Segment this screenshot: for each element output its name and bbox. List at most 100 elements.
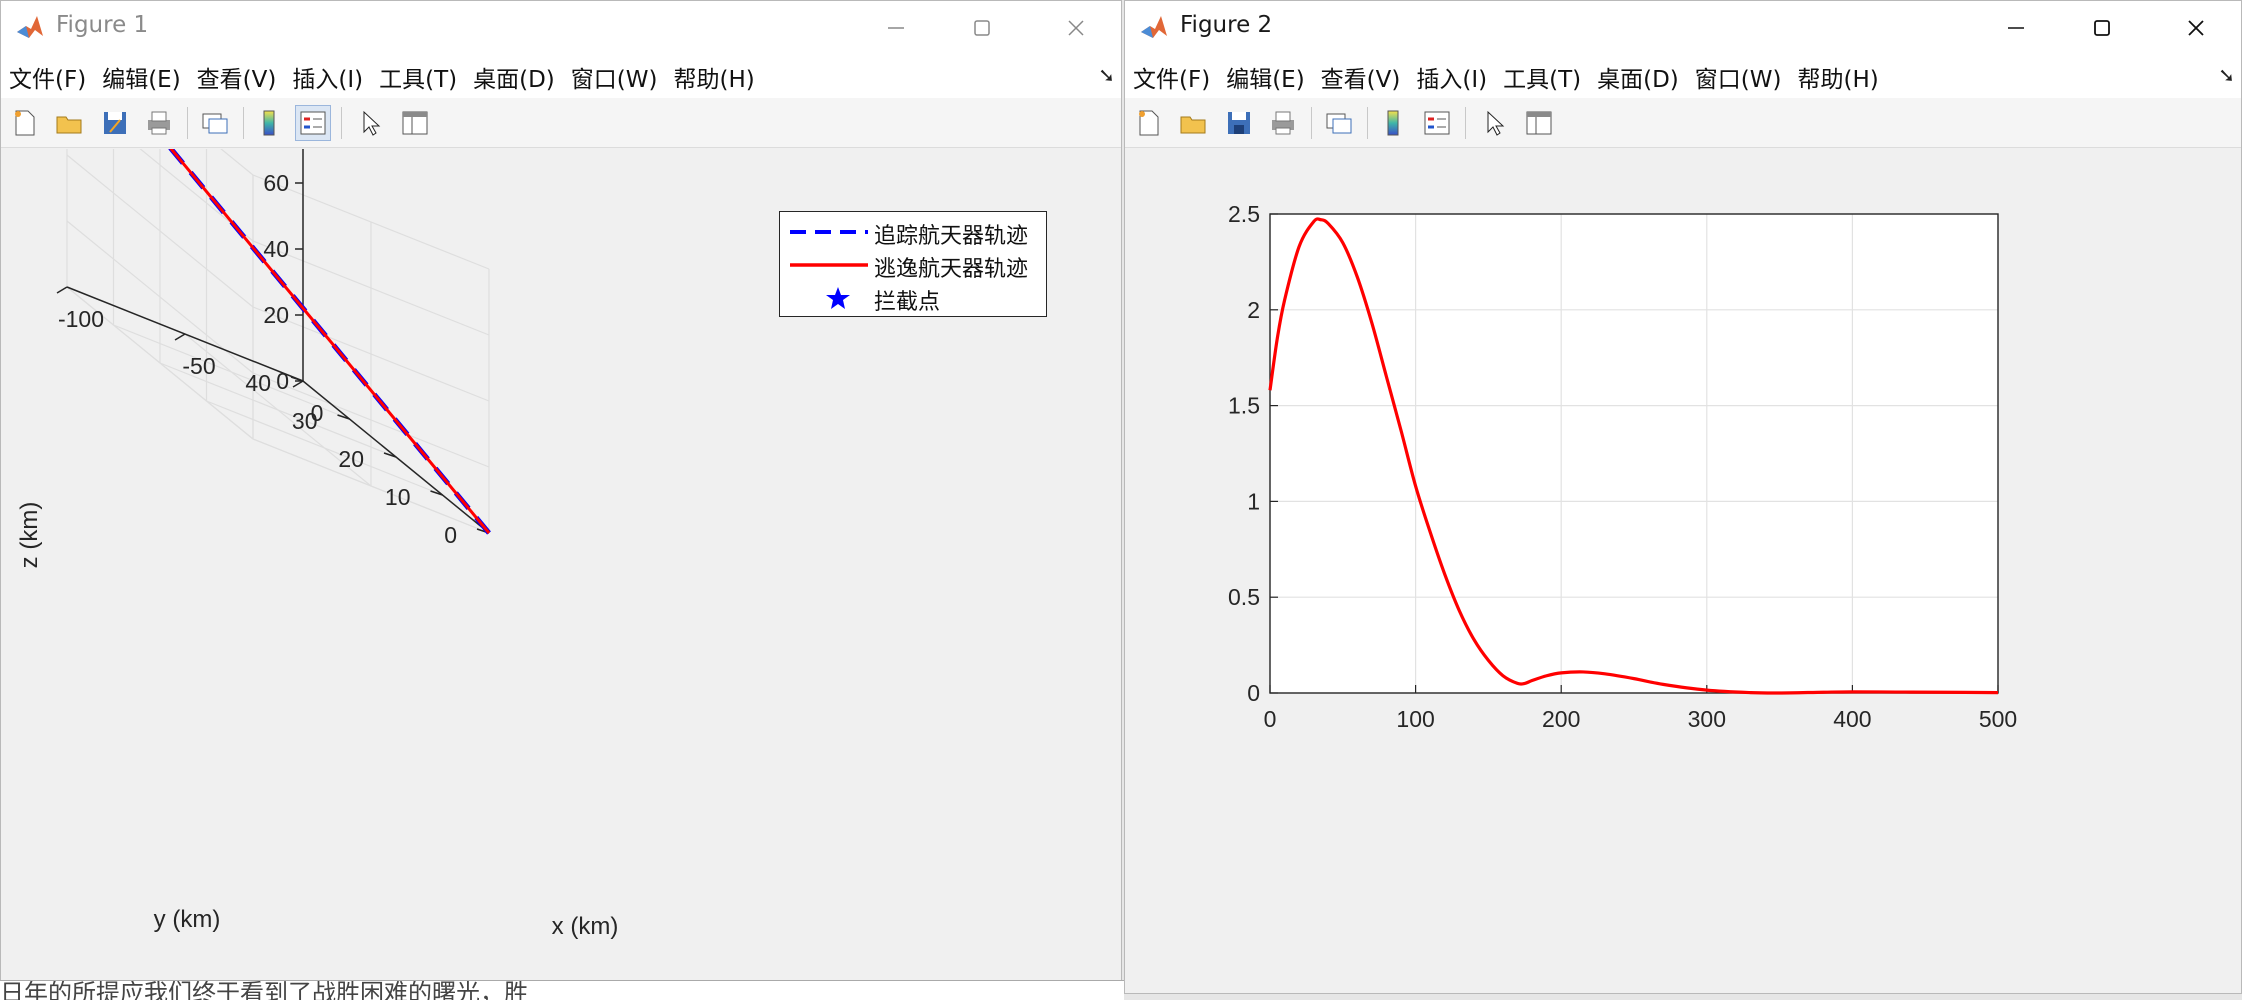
- figure-toolbar: [1, 98, 1121, 148]
- link-plot-icon[interactable]: [197, 105, 233, 141]
- x-axis-label: x (km): [552, 913, 619, 940]
- menu-bar: 文件(F) 编辑(E) 查看(V) 插入(I) 工具(T) 桌面(D) 窗口(W…: [1125, 55, 2241, 98]
- axes-box: [56, 116, 490, 534]
- minimize-button[interactable]: [1985, 1, 2047, 55]
- open-file-icon[interactable]: [51, 105, 87, 141]
- print-figure-icon[interactable]: [141, 105, 177, 141]
- matlab-logo-icon: [1141, 16, 1167, 38]
- y-tick-label: 40: [245, 370, 271, 396]
- figure1-window: Figure 1 文件(F) 编辑(E) 查看(V) 插入(I) 工具(T) 桌…: [0, 0, 1122, 994]
- close-button[interactable]: [2165, 1, 2227, 55]
- legend-star-icon: [826, 287, 850, 309]
- legend-entry-pursuer: 追踪航天器轨迹: [780, 216, 1046, 248]
- grid-line: [206, 400, 443, 496]
- axes-grid: [66, 22, 490, 534]
- property-inspector-icon[interactable]: [1521, 105, 1557, 141]
- y-axis-label: y (km): [154, 906, 221, 933]
- menu-insert[interactable]: 插入(I): [292, 60, 363, 94]
- y-tick-label: 0: [1247, 680, 1260, 706]
- y-tick-label: 0: [444, 522, 457, 548]
- insert-colorbar-icon[interactable]: [1375, 105, 1411, 141]
- menu-help[interactable]: 帮助(H): [673, 60, 754, 94]
- menu-view[interactable]: 查看(V): [1321, 60, 1401, 94]
- y-tick-label: 2: [1247, 297, 1260, 323]
- save-figure-icon[interactable]: [97, 105, 133, 141]
- maximize-button[interactable]: [2071, 1, 2133, 55]
- toolbar-separator: [243, 107, 244, 139]
- menu-help[interactable]: 帮助(H): [1797, 60, 1878, 94]
- dock-arrow-icon[interactable]: ➘: [2218, 63, 2235, 87]
- figure2-line-plot[interactable]: 0 100 200 300 400 500 0 0.5 1 1.5 2 2.5: [1125, 149, 2242, 994]
- menu-view[interactable]: 查看(V): [197, 60, 277, 94]
- menu-file[interactable]: 文件(F): [1133, 60, 1210, 94]
- legend-entry-evader: 逃逸航天器轨迹: [780, 249, 1046, 281]
- menu-edit[interactable]: 编辑(E): [1226, 60, 1304, 94]
- menu-desktop[interactable]: 桌面(D): [1597, 60, 1679, 94]
- menu-file[interactable]: 文件(F): [9, 60, 86, 94]
- z-tick-label: 20: [263, 302, 289, 328]
- new-figure-icon[interactable]: [1131, 105, 1167, 141]
- x-tick-mark: [174, 333, 186, 341]
- insert-colorbar-icon[interactable]: [251, 105, 287, 141]
- y-tick-label: 0.5: [1228, 584, 1260, 610]
- legend[interactable]: 追踪航天器轨迹 逃逸航天器轨迹 拦截点: [779, 211, 1047, 317]
- menu-edit[interactable]: 编辑(E): [102, 60, 180, 94]
- legend-label: 拦截点: [874, 289, 941, 314]
- menu-tools[interactable]: 工具(T): [379, 60, 457, 94]
- axes-2d[interactable]: 0 100 200 300 400 500 0 0.5 1 1.5 2 2.5: [1125, 149, 2242, 994]
- save-figure-icon[interactable]: [1221, 105, 1257, 141]
- menu-tools[interactable]: 工具(T): [1503, 60, 1581, 94]
- menu-bar: 文件(F) 编辑(E) 查看(V) 插入(I) 工具(T) 桌面(D) 窗口(W…: [1, 55, 1121, 98]
- legend-entry-intercept: 拦截点: [780, 282, 1046, 314]
- title-bar: Figure 2: [1125, 1, 2241, 55]
- menu-desktop[interactable]: 桌面(D): [473, 60, 555, 94]
- legend-label: 追踪航天器轨迹: [874, 223, 1029, 248]
- x-tick-label: 100: [1396, 706, 1434, 732]
- toolbar-separator: [341, 107, 342, 139]
- title-bar: Figure 1: [1, 1, 1121, 55]
- y-tick-label: 1: [1247, 488, 1260, 514]
- toolbar-separator: [1367, 107, 1368, 139]
- y-tick-label: 2.5: [1228, 201, 1260, 227]
- property-inspector-icon[interactable]: [397, 105, 433, 141]
- background-document-text: 日年的所提应我们终于看到了战胜困难的曙光，胜: [0, 980, 528, 1000]
- z-tick-label: 60: [263, 170, 289, 196]
- open-file-icon[interactable]: [1175, 105, 1211, 141]
- print-figure-icon[interactable]: [1265, 105, 1301, 141]
- minimize-button[interactable]: [865, 1, 927, 55]
- edit-plot-arrow-icon[interactable]: [1477, 105, 1513, 141]
- y-tick-label: 30: [292, 408, 318, 434]
- axis-tick-labels: -100-500010203040020406080: [58, 104, 457, 548]
- x-tick-label: -50: [182, 353, 215, 379]
- insert-legend-icon[interactable]: [1419, 105, 1455, 141]
- axes-background: [1270, 214, 1998, 693]
- toolbar-separator: [1311, 107, 1312, 139]
- toolbar-separator: [187, 107, 188, 139]
- y-tick-label: 10: [385, 484, 411, 510]
- matlab-logo-icon: [17, 16, 43, 38]
- plot-series: [54, 10, 491, 535]
- x-tick-mark: [292, 380, 304, 388]
- x-tick-label: 0: [1264, 706, 1277, 732]
- x-tick-label: 500: [1979, 706, 2017, 732]
- legend-solid-line-icon: [790, 263, 868, 267]
- menu-window[interactable]: 窗口(W): [571, 60, 658, 94]
- window-title: Figure 2: [1180, 12, 1273, 38]
- legend-dashed-line-icon: [790, 230, 868, 234]
- window-title: Figure 1: [56, 12, 149, 38]
- close-button[interactable]: [1045, 1, 1107, 55]
- menu-window[interactable]: 窗口(W): [1695, 60, 1782, 94]
- insert-legend-icon[interactable]: [295, 105, 331, 141]
- z-tick-label: 0: [276, 368, 289, 394]
- legend-label: 逃逸航天器轨迹: [874, 256, 1029, 281]
- toolbar-separator: [1465, 107, 1466, 139]
- dock-arrow-icon[interactable]: ➘: [1098, 63, 1115, 87]
- y-tick-label: 1.5: [1228, 393, 1260, 419]
- menu-insert[interactable]: 插入(I): [1416, 60, 1487, 94]
- link-plot-icon[interactable]: [1321, 105, 1357, 141]
- new-figure-icon[interactable]: [7, 105, 43, 141]
- maximize-button[interactable]: [951, 1, 1013, 55]
- background-document-strip: 日年的所提应我们终于看到了战胜困难的曙光，胜: [0, 980, 1124, 1000]
- z-axis-label: z (km): [16, 502, 43, 569]
- edit-plot-arrow-icon[interactable]: [353, 105, 389, 141]
